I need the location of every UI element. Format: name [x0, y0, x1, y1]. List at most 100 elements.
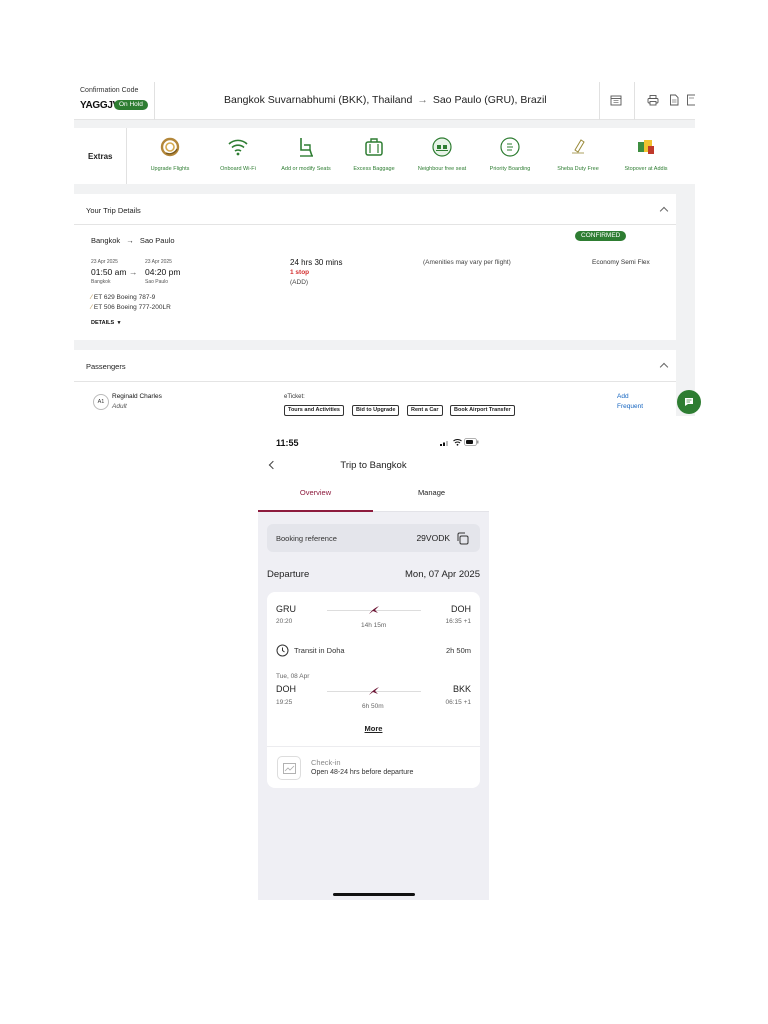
more-link[interactable]: More	[267, 724, 480, 733]
stopover-icon	[638, 140, 654, 154]
departure-label: Departure	[267, 569, 310, 580]
extra-duty-free[interactable]: Sheba Duty Free	[544, 128, 612, 184]
wifi-icon	[453, 439, 462, 446]
booking-reference-value: 29VODK	[416, 533, 450, 543]
duty-free-icon	[572, 139, 585, 154]
extra-neighbour-free-seat[interactable]: Neighbour free seat	[408, 128, 476, 184]
route-title: Bangkok Suvarnabhumi (BKK), Thailand → Sao…	[224, 94, 547, 106]
divider	[74, 381, 676, 382]
fare-class: Economy Semi Flex	[592, 259, 650, 266]
boarding-pass-icon	[283, 763, 296, 774]
trip-from-city: Bangkok	[91, 236, 121, 245]
details-toggle[interactable]: DETAILS ▾	[91, 320, 120, 326]
seat-icon	[300, 138, 313, 157]
passenger-actions: Tours and Activities Bid to Upgrade Rent…	[284, 405, 584, 416]
booking-header-bar: Confirmation Code YAGGJV On Hold Bangkok…	[74, 82, 695, 120]
mobile-header: 11:55 Trip to Bangkok Overview Manage	[258, 430, 489, 512]
trip-status-badge: CONFIRMED	[575, 231, 627, 241]
extras-bar: Extras Upgrade Flights Onboard Wi-Fi Add…	[74, 128, 695, 184]
status-badge: On Hold	[114, 100, 148, 110]
passenger-badge: A1	[93, 394, 109, 410]
extra-label: Neighbour free seat	[417, 166, 467, 172]
airline-logo-icon	[369, 687, 379, 695]
arrow-right-icon: →	[126, 236, 134, 245]
passenger-name: Reginald Charles	[112, 393, 162, 400]
stop-airport: (ADD)	[290, 279, 309, 286]
booking-reference-row: Booking reference 29VODK	[267, 524, 480, 552]
extra-priority-boarding[interactable]: Priority Boarding	[476, 128, 544, 184]
extra-label: Onboard Wi-Fi	[220, 166, 256, 172]
leg2-origin: DOH	[276, 684, 296, 694]
frequent-flyer-link[interactable]: Frequent	[617, 403, 643, 410]
wifi-icon	[228, 139, 248, 156]
extra-stopover-addis[interactable]: Stopover at Addis	[612, 128, 680, 184]
checkin-title: Check-in	[311, 758, 341, 767]
extra-upgrade-flights[interactable]: Upgrade Flights	[136, 128, 204, 184]
arrival-city: Sao Paulo	[145, 279, 169, 285]
leg1-origin: GRU	[276, 604, 296, 614]
tab-manage[interactable]: Manage	[374, 488, 489, 497]
checkin-subtitle: Open 48-24 hrs before departure	[311, 769, 414, 776]
bid-upgrade-button[interactable]: Bid to Upgrade	[352, 405, 400, 416]
transit-label: Transit in Doha	[294, 646, 345, 655]
divider	[634, 82, 635, 120]
departure-time: 01:50 am	[91, 267, 127, 277]
leg2-destination: BKK	[452, 684, 471, 694]
airline-logo-icon	[369, 606, 379, 614]
booking-details-panel: Confirmation Code YAGGJV On Hold Bangkok…	[74, 82, 695, 416]
mobile-trip-screen: 11:55 Trip to Bangkok Overview Manage Bo…	[258, 430, 489, 900]
battery-icon	[464, 438, 479, 446]
extra-seats[interactable]: Add or modify Seats	[272, 128, 340, 184]
chat-icon	[685, 398, 693, 406]
leg2-departure-time: 19:25	[276, 699, 293, 706]
confirmation-code-label: Confirmation Code	[80, 87, 139, 94]
neighbour-seat-icon	[432, 137, 452, 157]
clock-icon	[276, 644, 289, 657]
print-icon[interactable]	[647, 94, 659, 106]
chat-button[interactable]	[677, 390, 701, 414]
baggage-icon	[365, 138, 383, 156]
eticket-label: eTicket:	[284, 394, 305, 400]
flight-segment: ⁄ ET 506 Boeing 777-200LR	[91, 304, 171, 311]
add-frequent-link[interactable]: Add	[617, 393, 629, 400]
divider	[267, 746, 480, 747]
airport-transfer-button[interactable]: Book Airport Transfer	[450, 405, 515, 416]
trip-route: Bangkok → Sao Paulo	[91, 236, 175, 245]
trip-details-card: Your Trip Details Bangkok → Sao Paulo CO…	[74, 194, 676, 340]
priority-icon	[500, 137, 520, 157]
rent-car-button[interactable]: Rent a Car	[407, 405, 443, 416]
extra-onboard-wifi[interactable]: Onboard Wi-Fi	[204, 128, 272, 184]
document-icon[interactable]	[668, 94, 680, 106]
tours-button[interactable]: Tours and Activities	[284, 405, 344, 416]
stop-count: 1 stop	[290, 269, 310, 276]
divider	[74, 224, 676, 225]
airline-logo-icon: ⁄	[91, 294, 93, 301]
amenities-note: (Amenities may vary per flight)	[423, 259, 511, 266]
status-time: 11:55	[276, 438, 299, 448]
extra-label: Excess Baggage	[353, 166, 395, 172]
chevron-up-icon[interactable]	[659, 362, 669, 372]
passengers-header: Passengers	[86, 362, 126, 371]
departure-city: Bangkok	[91, 279, 111, 285]
receipt-icon[interactable]	[686, 94, 695, 106]
screen-title: Trip to Bangkok	[340, 460, 407, 471]
leg2-date: Tue, 08 Apr	[276, 673, 310, 680]
chevron-up-icon[interactable]	[659, 206, 669, 216]
transit-duration: 2h 50m	[445, 646, 471, 655]
trip-details-header: Your Trip Details	[86, 206, 141, 215]
trip-duration: 24 hrs 30 mins	[290, 258, 343, 267]
leg1-destination: DOH	[451, 604, 471, 614]
calendar-icon[interactable]	[610, 94, 622, 106]
departure-date: 23 Apr 2025	[91, 259, 118, 265]
extra-label: Sheba Duty Free	[557, 166, 599, 172]
arrow-right-icon: →	[417, 94, 428, 106]
tab-overview[interactable]: Overview	[258, 488, 373, 497]
passengers-card: Passengers A1 Reginald Charles Adult eTi…	[74, 350, 676, 416]
copy-icon[interactable]	[456, 532, 469, 545]
passenger-type: Adult	[112, 403, 127, 410]
leg1-duration: 14h 15m	[361, 622, 387, 629]
extra-label: Priority Boarding	[489, 166, 531, 172]
extra-excess-baggage[interactable]: Excess Baggage	[340, 128, 408, 184]
route-destination: Sao Paulo (GRU), Brazil	[432, 94, 547, 106]
divider	[126, 128, 127, 184]
